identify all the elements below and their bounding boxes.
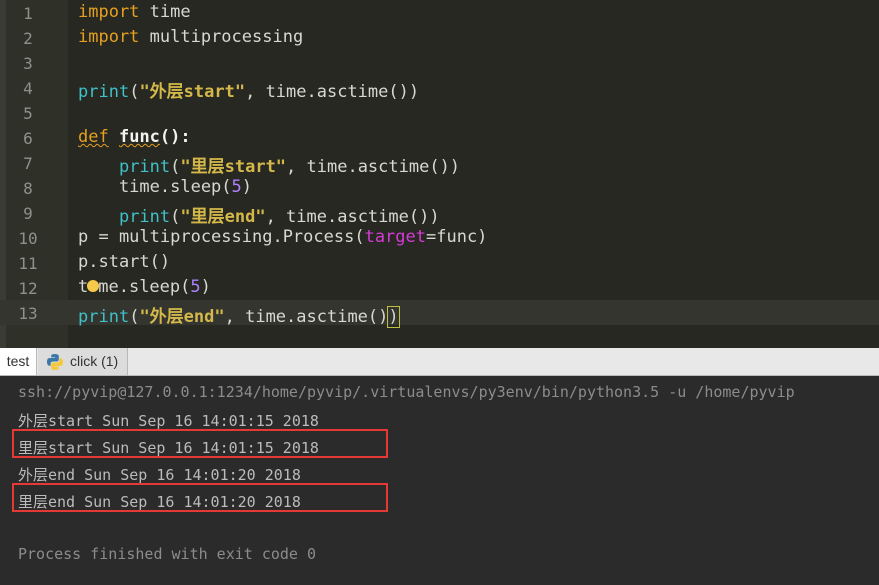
code-text: ) bbox=[200, 277, 211, 297]
console-output-line: 外层start Sun Sep 16 14:01:15 2018 bbox=[18, 412, 319, 430]
run-console[interactable]: ssh://pyvip@127.0.0.1:1234/home/pyvip/.v… bbox=[0, 376, 879, 585]
function-name: func bbox=[118, 127, 160, 147]
console-output-line: 外层end Sun Sep 16 14:01:20 2018 bbox=[18, 466, 301, 484]
code-text: time.sleep( bbox=[78, 177, 232, 197]
tab-click[interactable]: click (1) bbox=[38, 348, 128, 375]
builtin: print bbox=[118, 157, 171, 177]
code-line[interactable]: 7 print("里层start", time.asctime()) bbox=[0, 150, 879, 177]
console-exit-line: Process finished with exit code 0 bbox=[18, 545, 317, 563]
keyword-argument: target bbox=[364, 227, 426, 247]
string-literal: "里层start" bbox=[180, 157, 287, 177]
console-command-line: ssh://pyvip@127.0.0.1:1234/home/pyvip/.v… bbox=[18, 383, 795, 401]
code-line[interactable]: 3 bbox=[0, 50, 879, 75]
line-number: 5 bbox=[23, 104, 33, 123]
code-line[interactable]: 5 bbox=[0, 100, 879, 125]
tab-test[interactable]: test bbox=[0, 348, 37, 375]
code-line[interactable]: 6 def func(): bbox=[0, 125, 879, 150]
code-text: , time.asctime() bbox=[224, 307, 389, 327]
code-text: ) bbox=[241, 177, 253, 197]
string-literal: "外层end" bbox=[139, 307, 225, 327]
code-text: ( bbox=[170, 207, 181, 227]
builtin: print bbox=[78, 307, 130, 327]
string-literal: "里层end" bbox=[180, 207, 266, 227]
keyword: import bbox=[78, 27, 140, 47]
keyword: import bbox=[78, 2, 140, 22]
line-number: 8 bbox=[23, 179, 33, 198]
code-text: , time.asctime()) bbox=[265, 207, 440, 227]
run-tab-bar: test click (1) bbox=[0, 348, 879, 376]
matched-bracket: ) bbox=[387, 306, 400, 328]
code-text: ( bbox=[129, 307, 140, 327]
code-line[interactable]: 2 import multiprocessing bbox=[0, 25, 879, 50]
code-text: , time.asctime()) bbox=[245, 82, 420, 102]
code-text: , time.asctime()) bbox=[286, 157, 461, 177]
line-number: 3 bbox=[23, 54, 33, 73]
line-number: 2 bbox=[23, 29, 33, 48]
code-line[interactable]: 4 print("外层start", time.asctime()) bbox=[0, 75, 879, 102]
code-line[interactable]: 10 p = multiprocessing.Process(target=fu… bbox=[0, 225, 879, 250]
number-literal: 5 bbox=[231, 177, 242, 197]
line-number: 7 bbox=[23, 154, 33, 173]
code-line[interactable]: 11 p.start() bbox=[0, 250, 879, 275]
python-icon bbox=[47, 354, 63, 370]
code-text: multiprocessing bbox=[139, 27, 304, 47]
code-line[interactable]: 9 print("里层end", time.asctime()) bbox=[0, 200, 879, 227]
code-editor[interactable]: 1 import time 2 import multiprocessing 3… bbox=[0, 0, 879, 348]
code-line[interactable]: 8 time.sleep(5) bbox=[0, 175, 879, 200]
highlight-box bbox=[12, 429, 388, 458]
code-text: time bbox=[139, 2, 191, 22]
code-line[interactable]: 12 t me.sleep(5) bbox=[0, 275, 879, 300]
number-literal: 5 bbox=[190, 277, 201, 297]
tab-click-label: click (1) bbox=[70, 353, 119, 369]
code-text: (): bbox=[159, 127, 191, 147]
line-number: 12 bbox=[18, 279, 38, 298]
line-number: 13 bbox=[18, 304, 38, 323]
line-number: 6 bbox=[23, 129, 33, 148]
highlight-box bbox=[12, 483, 388, 512]
lightbulb-icon[interactable] bbox=[87, 280, 99, 292]
code-text: =func) bbox=[426, 227, 488, 247]
code-text: ( bbox=[129, 82, 140, 102]
line-number: 10 bbox=[18, 229, 38, 248]
line-number: 4 bbox=[23, 79, 33, 98]
string-literal: "外层start" bbox=[139, 82, 246, 102]
code-text: p.start() bbox=[78, 252, 171, 272]
line-number: 9 bbox=[23, 204, 33, 223]
builtin: print bbox=[78, 82, 130, 102]
code-line-current[interactable]: 13 print("外层end", time.asctime()) bbox=[0, 300, 879, 328]
line-number: 1 bbox=[23, 4, 33, 23]
code-text: me.sleep( bbox=[98, 277, 191, 297]
code-text: p = multiprocessing.Process( bbox=[78, 227, 365, 247]
line-number: 11 bbox=[18, 254, 38, 273]
code-text: ( bbox=[170, 157, 181, 177]
keyword: def bbox=[78, 127, 109, 147]
code-line[interactable]: 1 import time bbox=[0, 0, 879, 25]
builtin: print bbox=[118, 207, 171, 227]
